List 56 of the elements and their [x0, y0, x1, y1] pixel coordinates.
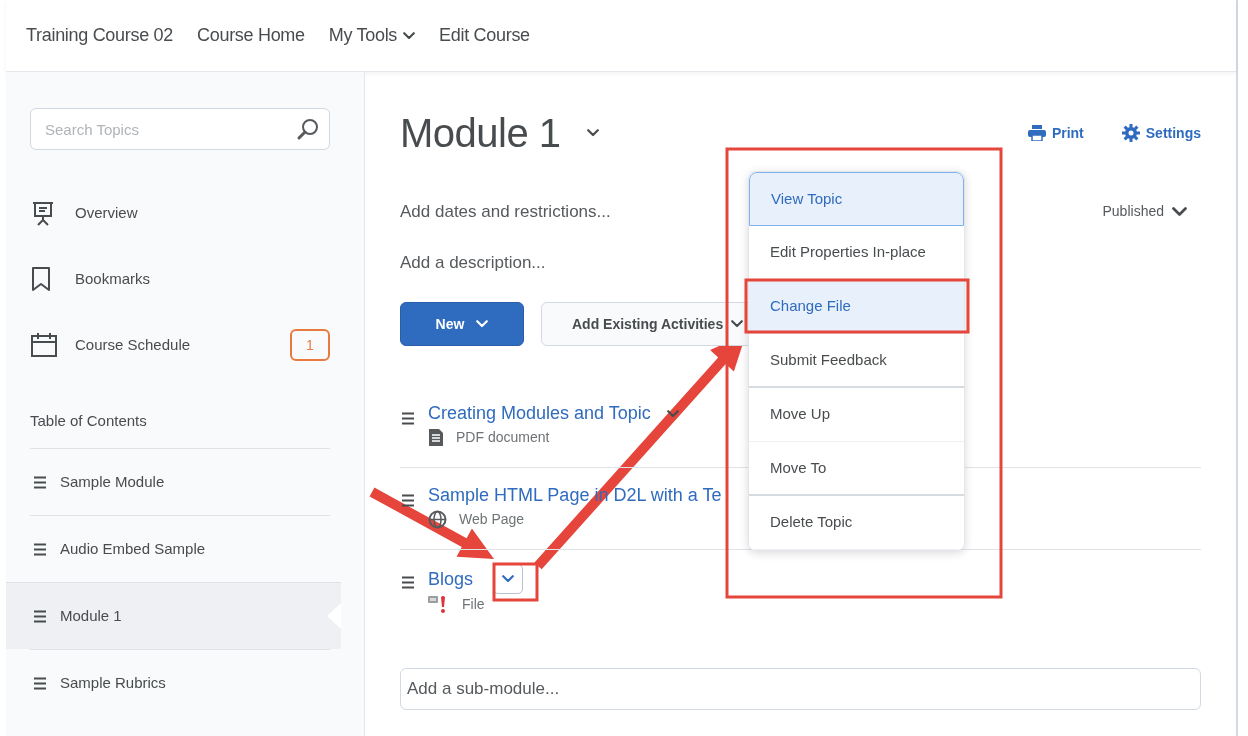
- dates-link[interactable]: Add dates and restrictions...: [400, 198, 611, 225]
- topic-link[interactable]: Blogs: [428, 565, 474, 593]
- drag-handle-icon[interactable]: [402, 576, 414, 590]
- search-field[interactable]: Search Topics: [30, 108, 330, 150]
- count-badge: 1: [290, 329, 330, 361]
- nav-link[interactable]: Training Course 02: [26, 22, 173, 49]
- menu-item[interactable]: Delete Topic: [749, 496, 964, 550]
- menu-item[interactable]: Move Up: [749, 388, 964, 442]
- chevron-down-icon: [1172, 207, 1187, 216]
- drag-handle-icon[interactable]: [34, 542, 46, 556]
- module-item[interactable]: Module 1: [6, 582, 341, 649]
- menu-item[interactable]: Edit Properties In-place: [749, 226, 964, 280]
- description-link[interactable]: Add a description...: [400, 249, 546, 276]
- section-heading: Table of Contents: [30, 411, 148, 431]
- new-button[interactable]: New: [400, 302, 524, 346]
- drag-handle-icon[interactable]: [34, 475, 46, 489]
- nav-link[interactable]: Course Home: [197, 22, 305, 49]
- chevron-down-icon: [666, 409, 679, 418]
- nav-link[interactable]: My Tools: [328, 22, 416, 49]
- highlight-frame: [492, 562, 539, 602]
- bookmark-icon: [30, 266, 52, 292]
- module-item[interactable]: Sample Module: [30, 448, 330, 515]
- menu-item[interactable]: Submit Feedback: [749, 334, 964, 388]
- chevron-down-icon: [731, 320, 744, 328]
- topic-link[interactable]: Creating Modules and Topic: [428, 400, 651, 427]
- drag-handle-icon[interactable]: [402, 412, 414, 426]
- chevron-down-icon: [476, 320, 489, 328]
- menu-item[interactable]: Move To: [749, 442, 964, 496]
- drag-handle-icon[interactable]: [34, 609, 46, 623]
- sidebar-item[interactable]: Course Schedule: [75, 333, 191, 357]
- topic-type: PDF document: [456, 428, 550, 447]
- topic-type: File: [462, 595, 485, 614]
- module-item[interactable]: Sample Rubrics: [30, 649, 330, 716]
- settings-link[interactable]: Settings: [1121, 122, 1201, 144]
- menu-item[interactable]: Change File: [749, 280, 964, 334]
- menu-item[interactable]: View Topic: [749, 172, 964, 226]
- calendar-icon: [30, 332, 58, 358]
- sidebar-item[interactable]: Bookmarks: [75, 267, 151, 291]
- drag-handle-icon[interactable]: [402, 494, 414, 508]
- drag-handle-icon[interactable]: [34, 676, 46, 690]
- printer-icon: [1027, 125, 1046, 141]
- module-title: Module 1: [400, 110, 561, 157]
- topic-link[interactable]: Sample HTML Page in D2L with a Te: [428, 482, 722, 509]
- chevron-down-icon: [502, 575, 515, 583]
- search-icon[interactable]: [296, 117, 320, 141]
- presentation-icon: [30, 200, 56, 226]
- status-dropdown[interactable]: Published: [1096, 201, 1193, 222]
- nav-link[interactable]: Edit Course: [439, 22, 530, 49]
- topic-type: Web Page: [459, 510, 525, 529]
- document-icon: [428, 428, 444, 447]
- print-link[interactable]: Print: [1027, 122, 1084, 144]
- submodule-field[interactable]: Add a sub-module...: [400, 668, 1201, 710]
- sidebar-item[interactable]: Overview: [75, 201, 138, 225]
- chevron-down-icon: [586, 129, 599, 137]
- settings-icon: [1121, 124, 1140, 142]
- globe-icon: [428, 510, 447, 529]
